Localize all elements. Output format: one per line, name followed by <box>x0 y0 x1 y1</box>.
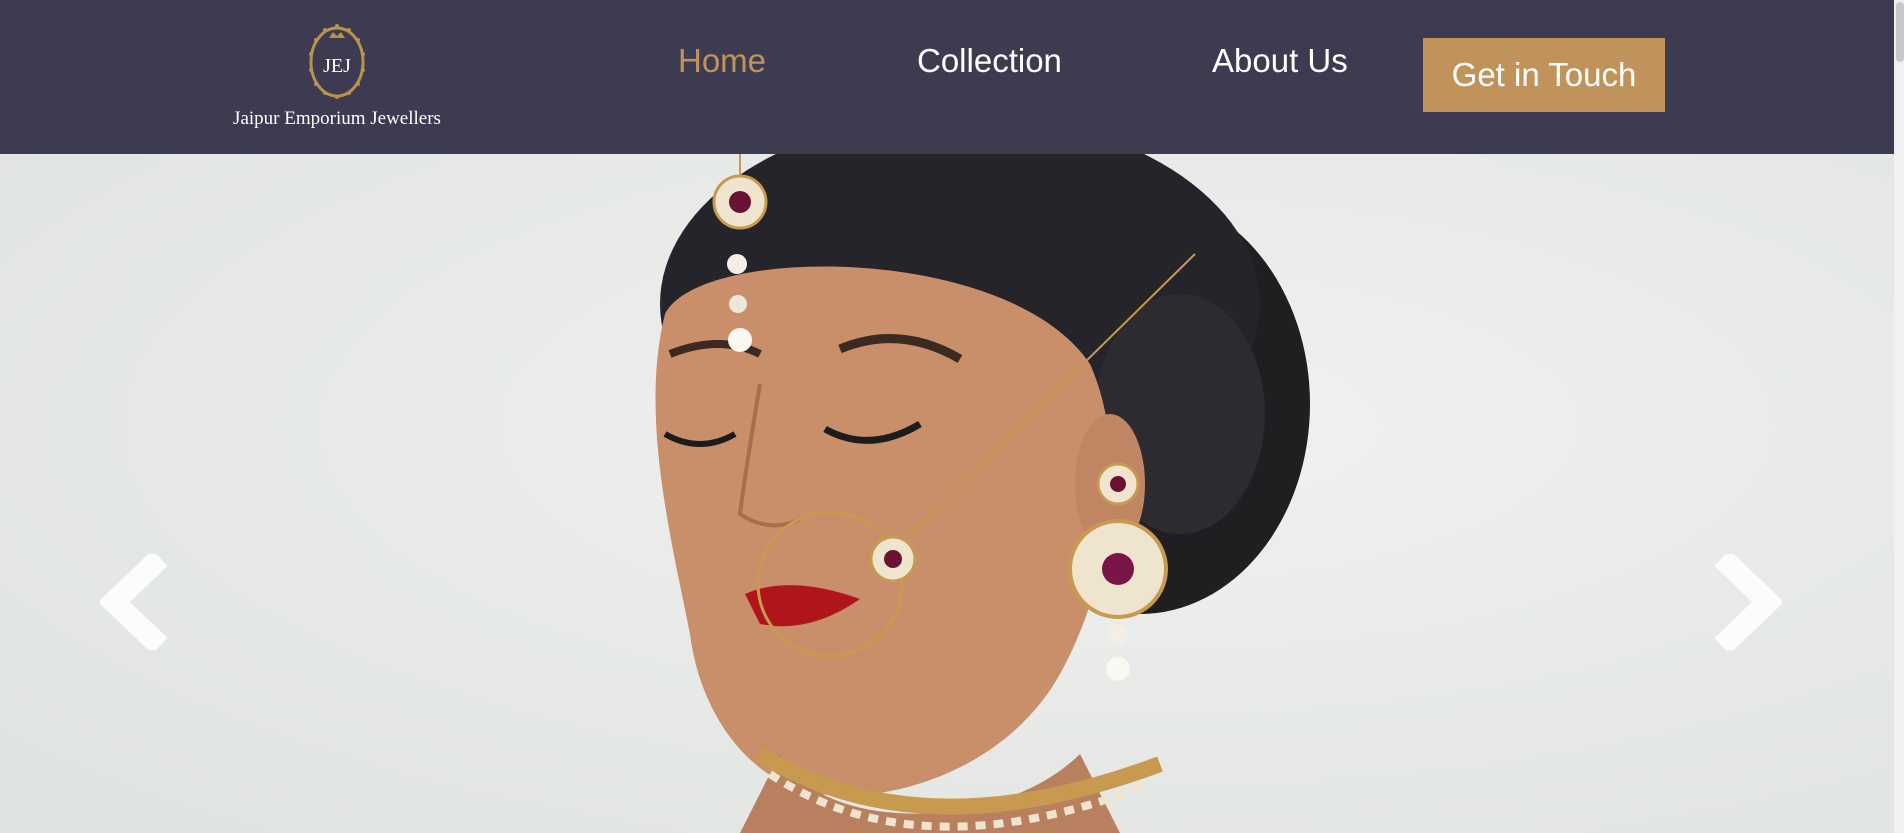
nav-home-link[interactable]: Home <box>678 42 766 80</box>
get-in-touch-button[interactable]: Get in Touch <box>1423 38 1665 112</box>
carousel-prev-button[interactable] <box>100 554 180 664</box>
brand-name: Jaipur Emporium Jewellers <box>233 108 441 129</box>
scrollbar-thumb[interactable] <box>1896 2 1904 62</box>
carousel-next-button[interactable] <box>1712 554 1792 664</box>
nav-collection-link[interactable]: Collection <box>917 42 1062 80</box>
site-header: JEJ Jaipur Emporium Jewellers Home Colle… <box>0 0 1894 154</box>
hero-image <box>655 154 1310 833</box>
logo-monogram-text: JEJ <box>323 55 351 77</box>
jej-monogram-icon: JEJ <box>309 24 365 99</box>
brand-logo[interactable]: JEJ Jaipur Emporium Jewellers <box>232 14 442 134</box>
chevron-right-icon <box>1714 554 1782 650</box>
chevron-left-icon <box>100 554 168 650</box>
page-scrollbar[interactable] <box>1894 0 1904 833</box>
hero-carousel <box>0 154 1894 833</box>
nav-about-link[interactable]: About Us <box>1212 42 1348 80</box>
